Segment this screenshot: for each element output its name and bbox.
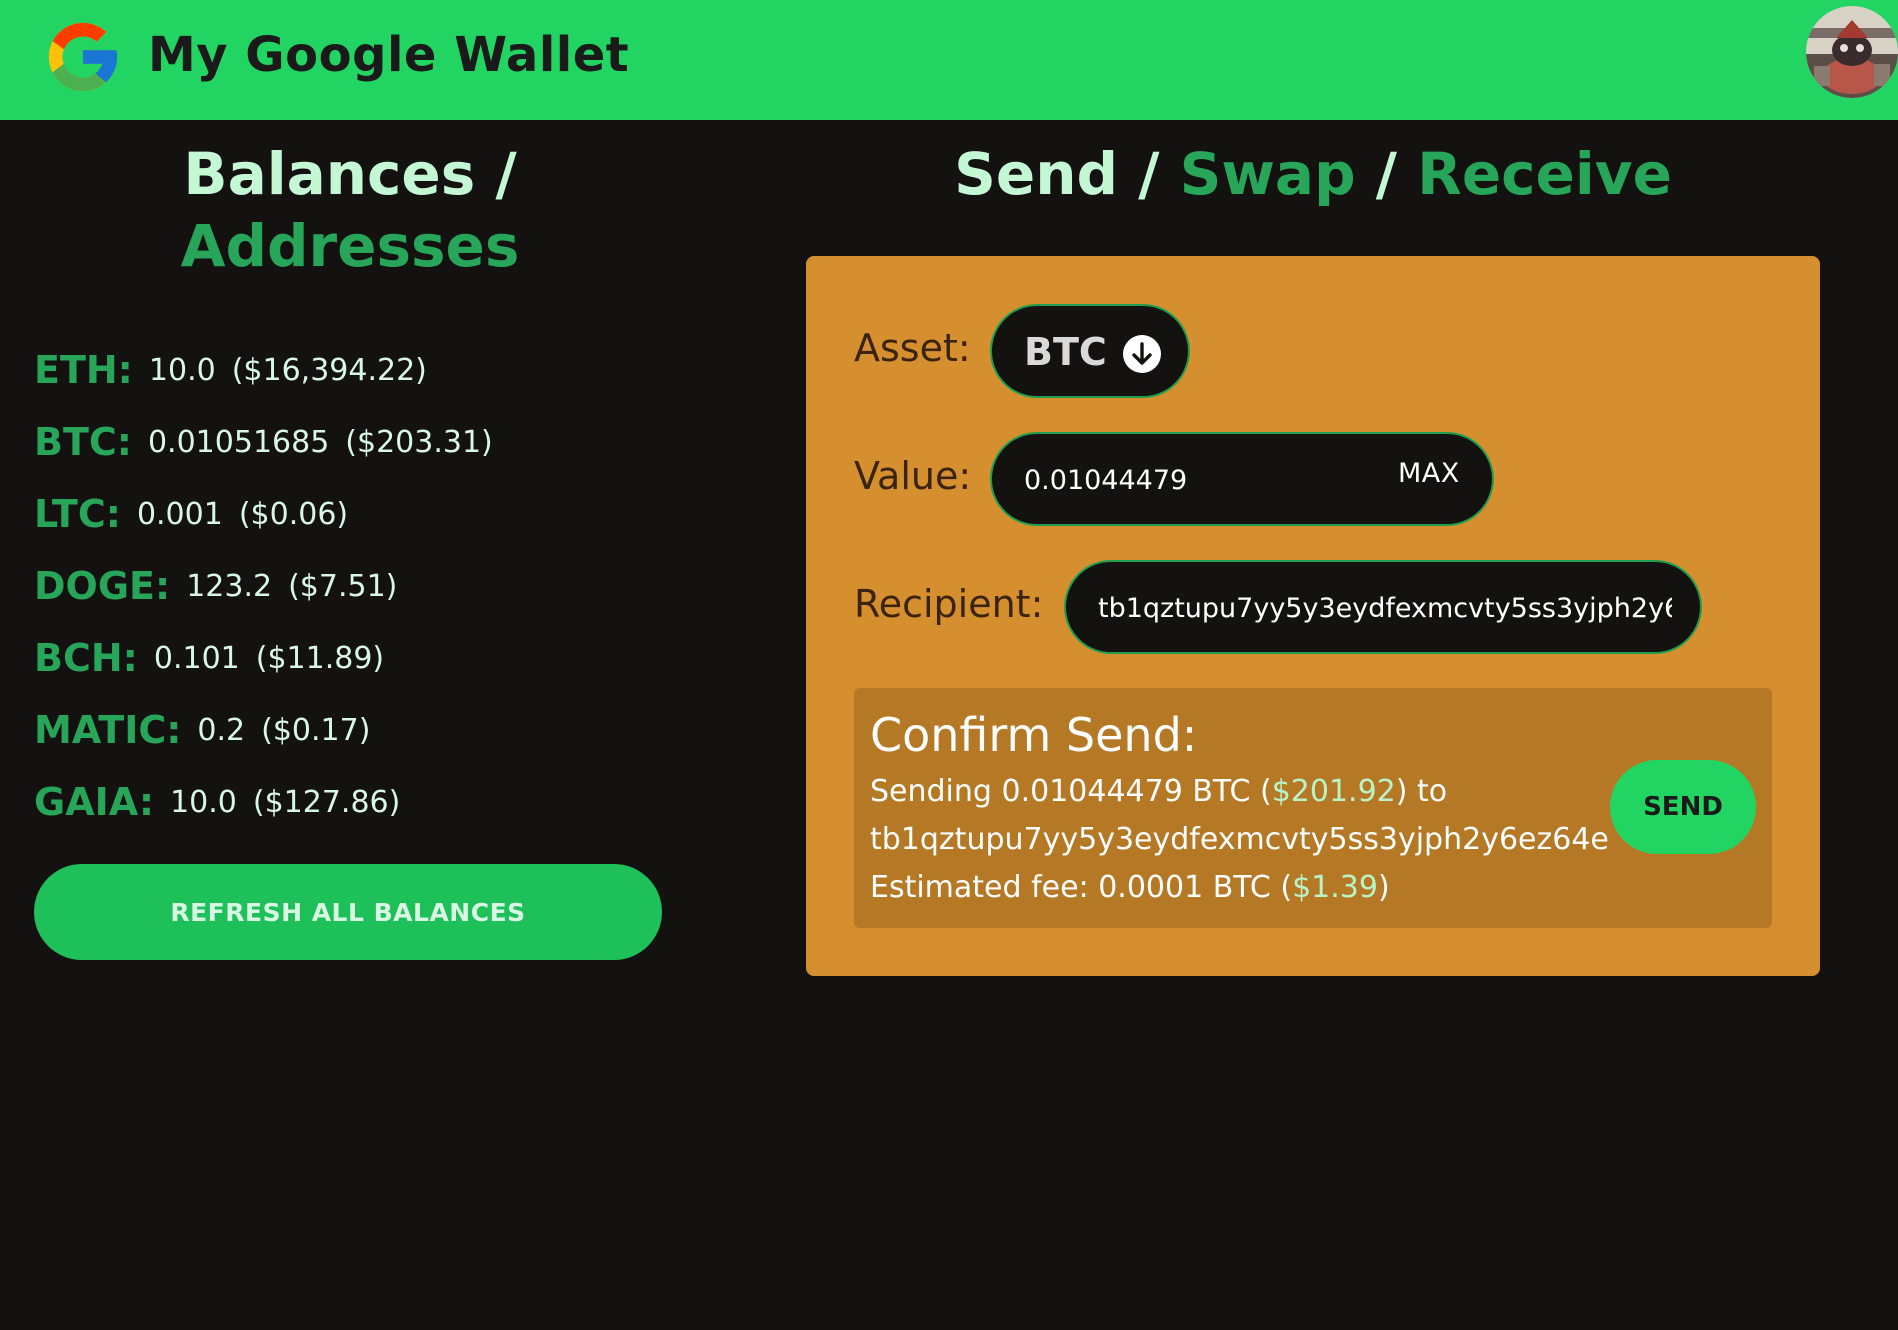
balance-row-bch: BCH: 0.101 ($11.89)	[34, 622, 493, 694]
balance-amount: 0.01051685	[147, 424, 330, 460]
balance-symbol: GAIA:	[34, 780, 155, 824]
balance-symbol: DOGE:	[34, 564, 171, 608]
addresses-tab[interactable]: Addresses	[181, 212, 520, 280]
balance-usd: ($0.06)	[238, 496, 349, 532]
action-heading: Send / Swap / Receive	[806, 138, 1820, 210]
confirm-title: Confirm Send:	[870, 708, 1198, 762]
sending-prefix: Sending 0.01044479 BTC (	[870, 774, 1272, 809]
balance-usd: ($127.86)	[252, 784, 401, 820]
balance-row-eth: ETH: 10.0 ($16,394.22)	[34, 334, 493, 406]
recipient-input[interactable]	[1098, 586, 1672, 630]
tab-swap[interactable]: Swap	[1180, 140, 1356, 208]
avatar-image-icon	[1806, 6, 1898, 98]
refresh-balances-button[interactable]: REFRESH ALL BALANCES	[34, 864, 662, 960]
fee-prefix: Estimated fee: 0.0001 BTC (	[870, 870, 1293, 905]
balance-amount: 0.2	[197, 712, 246, 748]
asset-label: Asset:	[854, 326, 971, 370]
recipient-field	[1064, 560, 1702, 654]
max-button[interactable]: MAX	[1398, 458, 1460, 489]
balance-usd: ($0.17)	[261, 712, 371, 748]
confirm-send-box: Confirm Send: Sending 0.01044479 BTC ($2…	[854, 688, 1772, 928]
balance-amount: 0.001	[136, 496, 223, 532]
balance-symbol: BTC:	[34, 420, 132, 464]
recipient-label: Recipient:	[854, 582, 1044, 626]
app-title: My Google Wallet	[148, 27, 630, 83]
balance-usd: ($7.51)	[288, 568, 398, 604]
balance-row-ltc: LTC: 0.001 ($0.06)	[34, 478, 493, 550]
balance-symbol: BCH:	[34, 636, 138, 680]
balance-usd: ($11.89)	[255, 640, 385, 676]
arrow-down-circle-icon	[1123, 335, 1161, 373]
balance-amount: 10.0	[170, 784, 237, 820]
balance-usd: ($203.31)	[345, 424, 493, 460]
balances-tab[interactable]: Balances /	[183, 140, 516, 208]
balance-amount: 123.2	[186, 568, 273, 604]
sending-suffix: ) to	[1395, 774, 1448, 809]
balance-row-gaia: GAIA: 10.0 ($127.86)	[34, 766, 493, 838]
asset-selected-value: BTC	[1024, 330, 1107, 374]
balance-row-matic: MATIC: 0.2 ($0.17)	[34, 694, 493, 766]
balance-amount: 0.101	[153, 640, 240, 676]
balance-symbol: ETH:	[34, 348, 133, 392]
balance-row-doge: DOGE: 123.2 ($7.51)	[34, 550, 493, 622]
balance-symbol: MATIC:	[34, 708, 182, 752]
google-logo-icon	[48, 22, 118, 92]
balances-heading: Balances / Addresses	[40, 138, 660, 282]
balance-symbol: LTC:	[34, 492, 121, 536]
user-avatar[interactable]	[1806, 6, 1898, 98]
fee-usd: $1.39	[1292, 870, 1378, 905]
heading-separator: /	[1118, 140, 1180, 208]
fee-suffix: )	[1377, 870, 1390, 905]
value-label: Value:	[854, 454, 972, 498]
balance-amount: 10.0	[148, 352, 216, 388]
balance-row-btc: BTC: 0.01051685 ($203.31)	[34, 406, 493, 478]
confirm-sending-line: Sending 0.01044479 BTC ($201.92) to	[870, 774, 1447, 809]
app-header: My Google Wallet	[0, 0, 1898, 120]
value-input[interactable]	[1024, 458, 1354, 502]
balance-list: ETH: 10.0 ($16,394.22) BTC: 0.01051685 (…	[34, 334, 493, 838]
send-panel: Asset: BTC Value: MAX Recipient: Confirm…	[806, 256, 1820, 976]
tab-send[interactable]: Send	[954, 140, 1118, 208]
send-button[interactable]: SEND	[1610, 760, 1756, 854]
asset-select[interactable]: BTC	[990, 304, 1190, 398]
confirm-recipient-address: tb1qztupu7yy5y3eydfexmcvty5ss3yjph2y6ez6…	[870, 822, 1609, 857]
heading-separator: /	[1355, 140, 1418, 208]
balance-usd: ($16,394.22)	[231, 352, 427, 388]
value-field: MAX	[990, 432, 1494, 526]
tab-receive[interactable]: Receive	[1417, 140, 1672, 208]
confirm-fee-line: Estimated fee: 0.0001 BTC ($1.39)	[870, 870, 1390, 905]
sending-usd: $201.92	[1271, 774, 1396, 809]
